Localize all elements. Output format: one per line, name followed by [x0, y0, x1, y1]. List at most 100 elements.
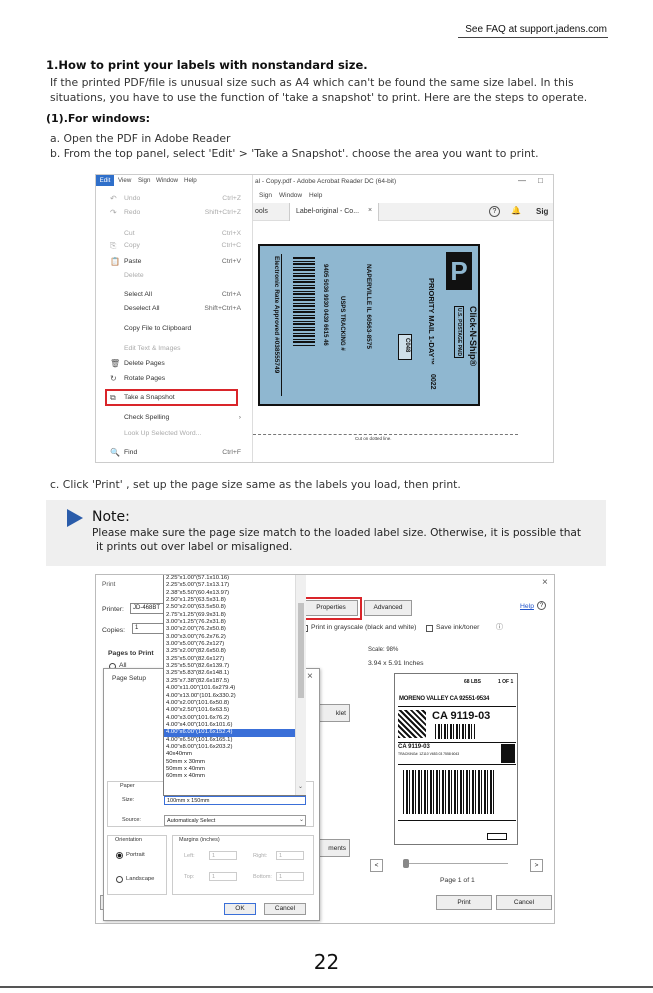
paper-size-option[interactable]: 2.50"x1.25"(63.5x31.8) — [164, 597, 295, 604]
landscape-radio[interactable] — [116, 876, 123, 883]
paper-size-option[interactable]: 40x40mm — [164, 751, 295, 758]
menu-sign[interactable]: Sign — [259, 192, 272, 199]
paper-size-option[interactable]: 2.25"x1.00"(57.1x10.16) — [164, 575, 295, 582]
tab-document[interactable]: Label-original - Co... × — [289, 203, 379, 221]
print-button[interactable]: Print — [436, 895, 492, 910]
maximize-icon[interactable]: □ — [538, 176, 543, 185]
copies-input[interactable]: 1 — [132, 623, 164, 634]
next-page-button[interactable]: > — [530, 859, 543, 872]
tracking-label: USPS TRACKING # — [339, 296, 345, 351]
paper-size-list[interactable]: 2.25"x1.00"(57.1x10.16) 2.25"x5.00"(57.1x… — [163, 575, 306, 796]
paper-size-option[interactable]: 4.00"x4.00"(101.6x101.6) — [164, 722, 295, 729]
menu-item-delete-pages[interactable]: 🗑 Delete Pages — [96, 358, 253, 372]
paper-size-option[interactable]: 3.25"x2.00"(82.6x50.8) — [164, 648, 295, 655]
paper-size-option[interactable]: 2.38"x5.50"(60.4x13.97) — [164, 590, 295, 597]
paper-size-option[interactable]: 2.25"x5.00"(57.1x13.17) — [164, 582, 295, 589]
bottom-margin-input[interactable]: 1 — [276, 872, 304, 881]
menu-view[interactable]: View — [118, 177, 131, 184]
paper-size-option[interactable]: 3.00"x1.25"(76.2x31.8) — [164, 619, 295, 626]
advanced-button[interactable]: Advanced — [364, 600, 412, 616]
paper-size-option[interactable]: 50mm x 30mm — [164, 759, 295, 766]
menu-item-find[interactable]: 🔍 Find Ctrl+F — [96, 447, 253, 461]
portrait-radio[interactable] — [116, 852, 123, 859]
menu-window[interactable]: Window — [279, 192, 302, 199]
menu-item-delete[interactable]: Delete — [96, 270, 253, 284]
paper-size-option[interactable]: 3.00"x5.00"(76.2x127) — [164, 641, 295, 648]
faq-link[interactable]: See FAQ at support.jadens.com — [465, 24, 607, 35]
menu-item-copy[interactable]: ⎘ Copy Ctrl+C — [96, 240, 253, 254]
paper-size-option[interactable]: 3.25"x5.83"(82.6x148.1) — [164, 670, 295, 677]
size-select[interactable]: 100mm x 150mm — [164, 796, 306, 805]
paper-size-option[interactable]: 3.00"x3.00"(76.2x76.2) — [164, 634, 295, 641]
source-select[interactable]: Automaticaly Select — [164, 815, 306, 826]
menu-help-left[interactable]: Help — [184, 177, 197, 184]
paper-size-option[interactable]: 4.00"x6.00"(101.6x152.4) — [164, 729, 295, 737]
help-link[interactable]: Help — [520, 603, 534, 610]
menu-item-label: Find — [124, 449, 138, 456]
scroll-down-icon[interactable]: ⌄ — [298, 783, 303, 790]
menu-item-undo[interactable]: ↶ Undo Ctrl+Z — [96, 193, 253, 207]
paper-size-option[interactable]: 4.00"x11.00"(101.6x279.4) — [164, 685, 295, 692]
print-cancel-button[interactable]: Cancel — [496, 895, 552, 910]
menu-item-redo[interactable]: ↷ Redo Shift+Ctrl+Z — [96, 207, 253, 221]
step-b: b. From the top panel, select 'Edit' > '… — [50, 147, 539, 160]
paper-size-option[interactable]: 4.00"x2.00"(101.6x50.8) — [164, 700, 295, 707]
paper-size-option[interactable]: 3.25"x5.50"(82.6x139.7) — [164, 663, 295, 670]
sign-in-label[interactable]: Sig — [536, 207, 548, 216]
paper-size-option[interactable]: 3.25"x7.38"(82.6x187.5) — [164, 678, 295, 685]
menu-item-look-up-selected-word[interactable]: Look Up Selected Word... — [96, 428, 253, 442]
menu-edit[interactable]: Edit — [96, 175, 114, 186]
comments-button[interactable]: ments — [316, 839, 350, 857]
menu-item-deselect-all[interactable]: Deselect All Shift+Ctrl+A — [96, 303, 253, 317]
list-scrollbar-thumb[interactable] — [298, 603, 304, 698]
tab-tools[interactable]: ools — [255, 208, 268, 215]
bell-icon[interactable]: 🔔 — [511, 206, 521, 215]
menu-item-paste[interactable]: 📋 Paste Ctrl+V — [96, 256, 253, 270]
menu-item-label: Delete — [124, 272, 144, 279]
paper-size-option[interactable]: 4.00"x13.00"(101.6x330.2) — [164, 693, 295, 700]
paper-size-option[interactable]: 50mm x 40mm — [164, 766, 295, 773]
list-scrollbar[interactable]: ⌄ — [295, 575, 306, 795]
paper-size-option[interactable]: 2.75"x1.25"(69.9x31.8) — [164, 612, 295, 619]
paper-size-option[interactable]: 4.00"x8.00"(101.6x203.2) — [164, 744, 295, 751]
zoom-slider-thumb[interactable] — [403, 859, 409, 868]
paper-size-option[interactable]: 60mm x 40mm — [164, 773, 295, 780]
paper-size-option[interactable]: 4.00"x2.50"(101.6x63.5) — [164, 707, 295, 714]
bottom-label: Bottom: — [253, 874, 272, 880]
step-a: a. Open the PDF in Adobe Reader — [50, 132, 231, 145]
menu-window-left[interactable]: Window — [156, 177, 178, 184]
paper-size-option[interactable]: 3.25"x5.00"(82.6x127) — [164, 656, 295, 663]
menu-item-select-all[interactable]: Select All Ctrl+A — [96, 289, 253, 303]
help-circle-icon[interactable]: ? — [537, 601, 546, 610]
menu-item-check-spelling[interactable]: Check Spelling › — [96, 412, 253, 426]
left-margin-input[interactable]: 1 — [209, 851, 237, 860]
save-ink-checkbox[interactable] — [426, 625, 433, 632]
paper-size-option[interactable]: 3.00"x2.00"(76.2x50.8) — [164, 626, 295, 633]
menu-help[interactable]: Help — [309, 192, 322, 199]
snapshot-highlight — [105, 389, 238, 406]
menu-item-edit-text-images[interactable]: Edit Text & Images — [96, 343, 253, 357]
paper-size-option[interactable]: 4.00"x6.50"(101.6x165.1) — [164, 737, 295, 744]
minimize-icon[interactable]: — — [518, 176, 526, 185]
menu-item-rotate-pages[interactable]: ↻ Rotate Pages — [96, 373, 253, 387]
page-setup-ok-button[interactable]: OK — [224, 903, 256, 915]
page-setup-close-icon[interactable]: × — [307, 671, 313, 682]
print-close-icon[interactable]: × — [542, 577, 548, 588]
menu-sign-left[interactable]: Sign — [138, 177, 150, 184]
printer-select[interactable]: JD-468BT — [130, 603, 164, 614]
top-margin-input[interactable]: 1 — [209, 872, 237, 881]
help-icon[interactable]: ? — [489, 206, 500, 217]
booklet-button[interactable]: klet — [316, 704, 350, 722]
paper-size-option[interactable]: 2.50"x2.00"(63.5x50.8) — [164, 604, 295, 611]
menu-item-shortcut: Ctrl+A — [221, 291, 241, 298]
paper-size-option[interactable]: 4.00"x3.00"(101.6x76.2) — [164, 715, 295, 722]
close-icon[interactable]: × — [368, 207, 372, 214]
menu-item-shortcut: › — [238, 414, 241, 421]
zoom-slider-track[interactable] — [404, 863, 508, 864]
prev-page-button[interactable]: < — [370, 859, 383, 872]
note-box: Note: Please make sure the page size mat… — [46, 500, 606, 566]
page-setup-cancel-button[interactable]: Cancel — [264, 903, 306, 915]
menu-item-label: Paste — [124, 258, 142, 265]
right-margin-input[interactable]: 1 — [276, 851, 304, 860]
menu-item-copy-file-to-clipboard[interactable]: Copy File to Clipboard — [96, 323, 253, 337]
